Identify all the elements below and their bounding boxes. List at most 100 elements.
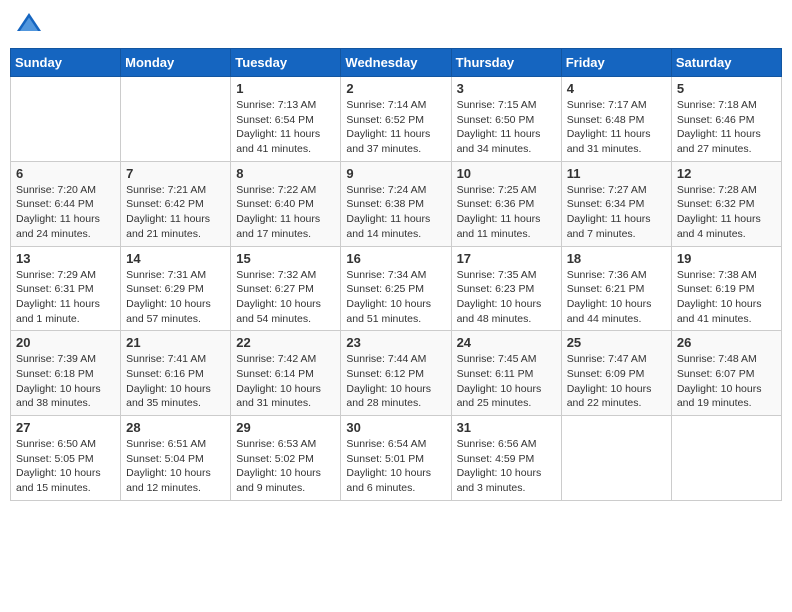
sunrise-text: Sunrise: 7:18 AM [677,99,757,111]
day-number: 21 [126,335,225,350]
cell-content: Sunrise: 7:47 AM Sunset: 6:09 PM Dayligh… [567,352,666,411]
calendar-cell [561,416,671,501]
daylight-text: Daylight: 11 hours and 1 minute. [16,298,100,325]
sunset-text: Sunset: 6:40 PM [236,198,314,210]
cell-content: Sunrise: 7:15 AM Sunset: 6:50 PM Dayligh… [457,98,556,157]
sunrise-text: Sunrise: 7:39 AM [16,353,96,365]
calendar-cell: 2 Sunrise: 7:14 AM Sunset: 6:52 PM Dayli… [341,77,451,162]
calendar-header-row: SundayMondayTuesdayWednesdayThursdayFrid… [11,49,782,77]
calendar-cell: 13 Sunrise: 7:29 AM Sunset: 6:31 PM Dayl… [11,246,121,331]
sunrise-text: Sunrise: 7:15 AM [457,99,537,111]
calendar-cell: 29 Sunrise: 6:53 AM Sunset: 5:02 PM Dayl… [231,416,341,501]
sunrise-text: Sunrise: 7:29 AM [16,269,96,281]
cell-content: Sunrise: 6:54 AM Sunset: 5:01 PM Dayligh… [346,437,445,496]
daylight-text: Daylight: 11 hours and 34 minutes. [457,128,541,155]
daylight-text: Daylight: 10 hours and 22 minutes. [567,383,652,410]
daylight-text: Daylight: 11 hours and 17 minutes. [236,213,320,240]
daylight-text: Daylight: 10 hours and 25 minutes. [457,383,542,410]
day-number: 30 [346,420,445,435]
day-number: 27 [16,420,115,435]
calendar-cell: 31 Sunrise: 6:56 AM Sunset: 4:59 PM Dayl… [451,416,561,501]
sunrise-text: Sunrise: 7:42 AM [236,353,316,365]
calendar-cell: 7 Sunrise: 7:21 AM Sunset: 6:42 PM Dayli… [121,161,231,246]
cell-content: Sunrise: 7:44 AM Sunset: 6:12 PM Dayligh… [346,352,445,411]
day-number: 2 [346,81,445,96]
cell-content: Sunrise: 7:22 AM Sunset: 6:40 PM Dayligh… [236,183,335,242]
day-of-week-header: Friday [561,49,671,77]
calendar-cell: 10 Sunrise: 7:25 AM Sunset: 6:36 PM Dayl… [451,161,561,246]
day-number: 23 [346,335,445,350]
calendar-week-row: 1 Sunrise: 7:13 AM Sunset: 6:54 PM Dayli… [11,77,782,162]
day-of-week-header: Sunday [11,49,121,77]
day-of-week-header: Thursday [451,49,561,77]
sunset-text: Sunset: 5:02 PM [236,453,314,465]
sunset-text: Sunset: 6:21 PM [567,283,645,295]
cell-content: Sunrise: 7:17 AM Sunset: 6:48 PM Dayligh… [567,98,666,157]
calendar-cell: 25 Sunrise: 7:47 AM Sunset: 6:09 PM Dayl… [561,331,671,416]
day-number: 4 [567,81,666,96]
daylight-text: Daylight: 10 hours and 31 minutes. [236,383,321,410]
sunset-text: Sunset: 6:19 PM [677,283,755,295]
sunset-text: Sunset: 6:31 PM [16,283,94,295]
cell-content: Sunrise: 7:41 AM Sunset: 6:16 PM Dayligh… [126,352,225,411]
sunset-text: Sunset: 6:42 PM [126,198,204,210]
sunrise-text: Sunrise: 7:17 AM [567,99,647,111]
day-of-week-header: Saturday [671,49,781,77]
day-number: 25 [567,335,666,350]
sunrise-text: Sunrise: 7:35 AM [457,269,537,281]
daylight-text: Daylight: 10 hours and 15 minutes. [16,467,101,494]
daylight-text: Daylight: 10 hours and 6 minutes. [346,467,431,494]
cell-content: Sunrise: 7:39 AM Sunset: 6:18 PM Dayligh… [16,352,115,411]
day-number: 13 [16,251,115,266]
calendar-cell: 19 Sunrise: 7:38 AM Sunset: 6:19 PM Dayl… [671,246,781,331]
sunrise-text: Sunrise: 7:28 AM [677,184,757,196]
calendar-cell: 21 Sunrise: 7:41 AM Sunset: 6:16 PM Dayl… [121,331,231,416]
day-number: 1 [236,81,335,96]
calendar-cell: 12 Sunrise: 7:28 AM Sunset: 6:32 PM Dayl… [671,161,781,246]
sunset-text: Sunset: 6:48 PM [567,114,645,126]
sunset-text: Sunset: 6:25 PM [346,283,424,295]
sunset-text: Sunset: 6:50 PM [457,114,535,126]
sunrise-text: Sunrise: 7:34 AM [346,269,426,281]
calendar-week-row: 20 Sunrise: 7:39 AM Sunset: 6:18 PM Dayl… [11,331,782,416]
cell-content: Sunrise: 7:18 AM Sunset: 6:46 PM Dayligh… [677,98,776,157]
calendar-cell: 26 Sunrise: 7:48 AM Sunset: 6:07 PM Dayl… [671,331,781,416]
day-number: 12 [677,166,776,181]
day-number: 7 [126,166,225,181]
calendar-week-row: 13 Sunrise: 7:29 AM Sunset: 6:31 PM Dayl… [11,246,782,331]
sunrise-text: Sunrise: 7:41 AM [126,353,206,365]
cell-content: Sunrise: 7:35 AM Sunset: 6:23 PM Dayligh… [457,268,556,327]
daylight-text: Daylight: 10 hours and 12 minutes. [126,467,211,494]
calendar-cell: 16 Sunrise: 7:34 AM Sunset: 6:25 PM Dayl… [341,246,451,331]
sunset-text: Sunset: 6:29 PM [126,283,204,295]
day-number: 10 [457,166,556,181]
daylight-text: Daylight: 10 hours and 19 minutes. [677,383,762,410]
sunset-text: Sunset: 6:16 PM [126,368,204,380]
daylight-text: Daylight: 11 hours and 27 minutes. [677,128,761,155]
calendar-cell: 15 Sunrise: 7:32 AM Sunset: 6:27 PM Dayl… [231,246,341,331]
calendar-cell: 17 Sunrise: 7:35 AM Sunset: 6:23 PM Dayl… [451,246,561,331]
sunset-text: Sunset: 5:01 PM [346,453,424,465]
cell-content: Sunrise: 7:32 AM Sunset: 6:27 PM Dayligh… [236,268,335,327]
sunset-text: Sunset: 6:14 PM [236,368,314,380]
sunset-text: Sunset: 6:11 PM [457,368,534,380]
day-number: 3 [457,81,556,96]
calendar-cell: 24 Sunrise: 7:45 AM Sunset: 6:11 PM Dayl… [451,331,561,416]
sunset-text: Sunset: 4:59 PM [457,453,535,465]
calendar-cell [121,77,231,162]
cell-content: Sunrise: 6:53 AM Sunset: 5:02 PM Dayligh… [236,437,335,496]
daylight-text: Daylight: 11 hours and 11 minutes. [457,213,541,240]
day-number: 5 [677,81,776,96]
daylight-text: Daylight: 11 hours and 37 minutes. [346,128,430,155]
sunset-text: Sunset: 6:32 PM [677,198,755,210]
day-number: 31 [457,420,556,435]
daylight-text: Daylight: 11 hours and 21 minutes. [126,213,210,240]
cell-content: Sunrise: 7:48 AM Sunset: 6:07 PM Dayligh… [677,352,776,411]
day-number: 16 [346,251,445,266]
day-of-week-header: Tuesday [231,49,341,77]
sunrise-text: Sunrise: 7:24 AM [346,184,426,196]
sunrise-text: Sunrise: 7:47 AM [567,353,647,365]
sunset-text: Sunset: 5:04 PM [126,453,204,465]
calendar-cell: 23 Sunrise: 7:44 AM Sunset: 6:12 PM Dayl… [341,331,451,416]
day-number: 29 [236,420,335,435]
